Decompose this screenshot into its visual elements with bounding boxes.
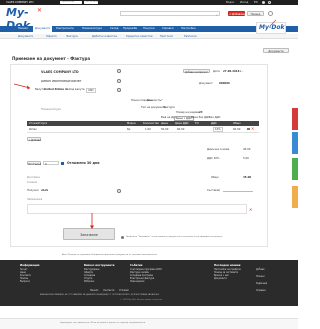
footer-col-2: Бизнес инструменти Фактуриране Оферти Ск…: [84, 264, 124, 283]
footer-disclaimer: ВАЖНА ИНФОРМАЦИЯ: НЕ ОТГОВАРЯМЕ ЗА ДАННИ…: [40, 294, 160, 296]
footer-col-4: Последни новини Настройки на профила Пом…: [214, 264, 254, 280]
footer-nav-link[interactable]: Условия: [119, 289, 128, 292]
footer-link[interactable]: Документи: [214, 277, 254, 280]
footer-col-3: Събития Счетоводна програма 2018 Фактури…: [130, 264, 180, 283]
footer-col-1: Информация За нас Цени Контакти Помощ Въ…: [20, 264, 60, 283]
footer-col-5: Добави Покани Редакция Справка: [256, 268, 286, 292]
side-tab-warehouse[interactable]: [292, 132, 298, 154]
footer-nav-link[interactable]: Начало: [90, 289, 98, 292]
footer-link[interactable]: Мобилно: [84, 280, 124, 283]
footer-link[interactable]: Добави: [256, 268, 286, 271]
side-tab-reports[interactable]: [292, 158, 298, 180]
footer: Информация За нас Цени Контакти Помощ Въ…: [0, 260, 298, 306]
side-tab-questions[interactable]: [292, 186, 298, 208]
pager-info: Виж 25 реда на страница. Направени проме…: [62, 254, 158, 256]
status-text: Зареждане на страницата. Моля изчакайте …: [60, 322, 146, 324]
footer-nav-link[interactable]: Контакти: [103, 289, 114, 292]
arrow-to-logo: [269, 19, 277, 27]
footer-link[interactable]: Редакция: [256, 282, 286, 285]
side-tab-sales[interactable]: [292, 108, 298, 130]
status-bar: Зареждане на страницата. Моля изчакайте …: [0, 318, 298, 329]
footer-link[interactable]: Покани: [256, 275, 286, 278]
footer-link[interactable]: Нова версия: [130, 280, 180, 283]
arrow-to-save: [90, 213, 94, 229]
footer-links: Начало Контакти Условия: [90, 288, 170, 292]
footer-copyright: © 2018 My-Dok. Всички права запазени.: [120, 299, 163, 301]
arrow-to-country: [13, 83, 31, 90]
footer-link[interactable]: Справка: [256, 289, 286, 292]
footer-link[interactable]: Въпроси: [20, 280, 60, 283]
